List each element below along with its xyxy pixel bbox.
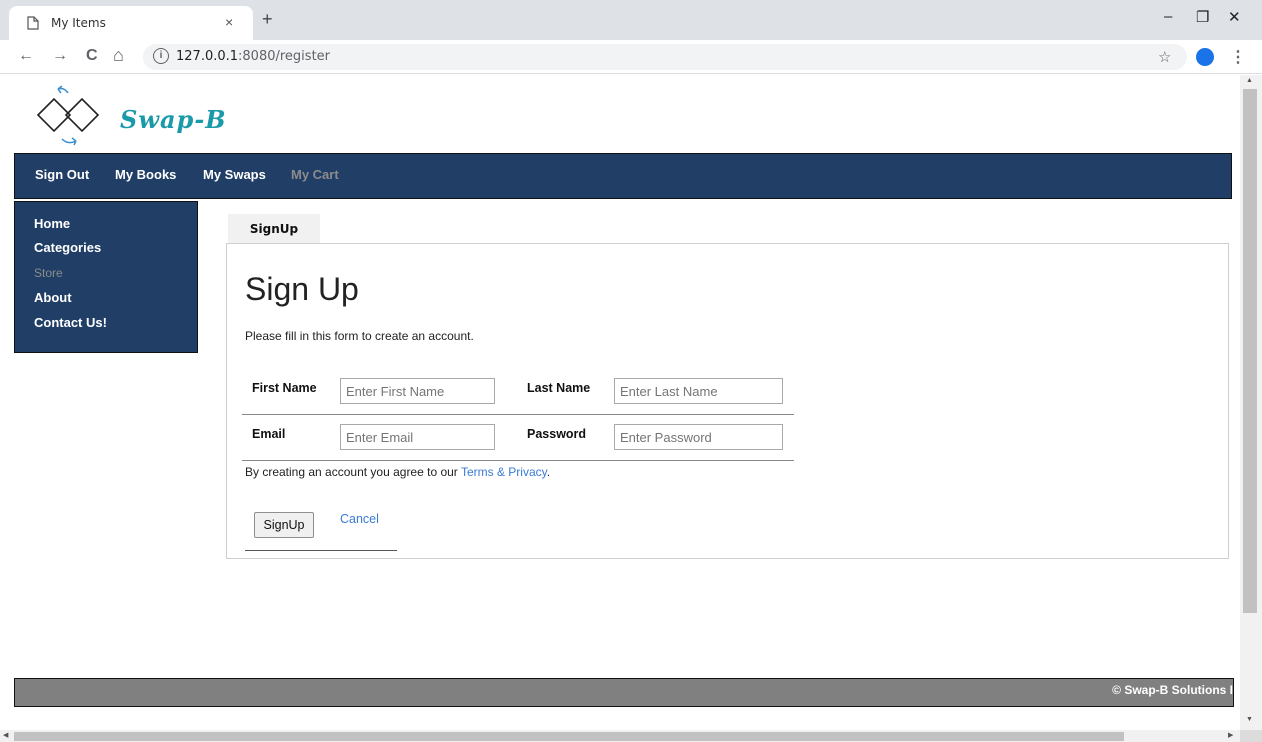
new-tab-icon[interactable]: + [262, 9, 273, 30]
reload-icon[interactable]: C [86, 47, 98, 65]
bookmark-star-icon[interactable]: ☆ [1158, 48, 1171, 66]
terms-prefix: By creating an account you agree to our [245, 465, 458, 479]
row-divider [242, 414, 794, 415]
scroll-down-icon[interactable]: ▼ [1246, 716, 1253, 723]
button-divider [245, 550, 397, 551]
url-text: 127.0.0.1:8080/register [176, 49, 330, 64]
scrollbar-corner [1240, 730, 1262, 742]
profile-avatar[interactable] [1196, 48, 1214, 66]
vertical-scroll-thumb[interactable] [1243, 89, 1257, 613]
terms-text: By creating an account you agree to our … [245, 465, 550, 479]
scroll-up-icon[interactable]: ▲ [1246, 77, 1253, 84]
sidebar: Home Categories Store About Contact Us! [14, 201, 198, 353]
sidebar-item-home[interactable]: Home [34, 216, 70, 231]
email-label: Email [252, 427, 286, 441]
page-viewport: Swap-B Sign Out My Books My Swaps My Car… [0, 75, 1240, 730]
vertical-scrollbar[interactable]: ▲ ▼ [1240, 75, 1262, 730]
first-name-label: First Name [252, 381, 317, 395]
close-window-icon[interactable]: ✕ [1228, 8, 1241, 26]
menu-icon[interactable]: ⋮ [1230, 47, 1246, 67]
tab-signup[interactable]: SignUp [228, 214, 320, 244]
nav-my-swaps[interactable]: My Swaps [203, 167, 266, 182]
sidebar-item-about[interactable]: About [34, 290, 72, 305]
url-path: :8080/register [238, 49, 331, 64]
browser-tab-bar: My Items × + – ❐ ✕ [0, 0, 1262, 40]
footer: © Swap-B Solutions I [14, 678, 1234, 707]
last-name-field[interactable] [614, 378, 783, 404]
form-intro: Please fill in this form to create an ac… [245, 329, 474, 343]
info-icon[interactable]: i [153, 48, 169, 64]
footer-copyright: © Swap-B Solutions I [1112, 683, 1233, 697]
nav-my-cart[interactable]: My Cart [291, 167, 339, 182]
scroll-left-icon[interactable]: ◀ [3, 731, 8, 739]
cancel-link[interactable]: Cancel [340, 512, 379, 526]
top-navbar: Sign Out My Books My Swaps My Cart [14, 153, 1232, 199]
restore-icon[interactable]: ❐ [1196, 8, 1209, 26]
browser-tab[interactable]: My Items × [9, 6, 253, 40]
horizontal-scrollbar[interactable]: ◀ ▶ [0, 730, 1240, 742]
url-field[interactable]: i 127.0.0.1:8080/register [143, 44, 1187, 70]
email-field[interactable] [340, 424, 495, 450]
sidebar-item-store[interactable]: Store [34, 266, 63, 280]
back-icon[interactable]: ← [18, 47, 34, 65]
swap-logo-icon [36, 85, 100, 146]
horizontal-scroll-thumb[interactable] [14, 732, 1124, 741]
row-divider [242, 460, 794, 461]
terms-link[interactable]: Terms & Privacy [461, 465, 547, 479]
sidebar-item-contact[interactable]: Contact Us! [34, 315, 107, 330]
password-field[interactable] [614, 424, 783, 450]
tab-title: My Items [51, 16, 106, 30]
page-title: Sign Up [245, 271, 359, 307]
signup-button[interactable]: SignUp [254, 512, 314, 538]
tab-close-icon[interactable]: × [225, 14, 233, 30]
forward-icon[interactable]: → [52, 47, 68, 65]
logo[interactable]: Swap-B [34, 83, 294, 149]
url-host: 127.0.0.1 [176, 49, 239, 64]
tab-signup-label: SignUp [249, 222, 299, 236]
page-icon [27, 16, 39, 30]
terms-suffix: . [546, 465, 551, 479]
scroll-right-icon[interactable]: ▶ [1228, 731, 1233, 739]
nav-sign-out[interactable]: Sign Out [35, 167, 89, 182]
last-name-label: Last Name [527, 381, 591, 395]
address-bar: ← → C ⌂ i 127.0.0.1:8080/register ☆ ⋮ [0, 40, 1262, 74]
sidebar-item-categories[interactable]: Categories [34, 240, 101, 255]
logo-text: Swap-B [120, 105, 227, 134]
password-label: Password [527, 427, 587, 441]
first-name-field[interactable] [340, 378, 495, 404]
minimize-icon[interactable]: – [1164, 8, 1172, 25]
nav-my-books[interactable]: My Books [115, 167, 176, 182]
signup-panel: Sign Up Please fill in this form to crea… [226, 243, 1229, 559]
home-icon[interactable]: ⌂ [113, 45, 124, 66]
